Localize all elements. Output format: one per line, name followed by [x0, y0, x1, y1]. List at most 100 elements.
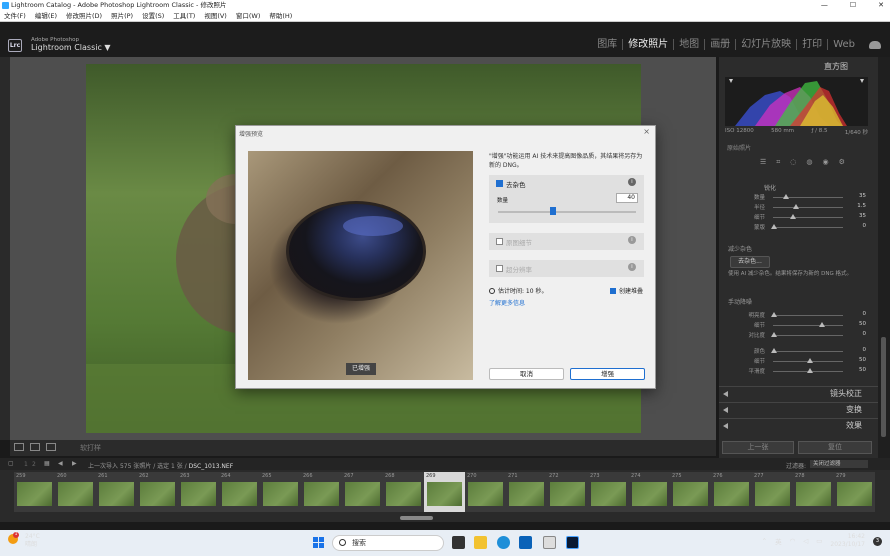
maximize-button[interactable]: ☐	[850, 0, 856, 11]
sharpen-detail-slider[interactable]: 细节 35	[725, 213, 868, 222]
filmstrip-thumb[interactable]: 270	[465, 472, 506, 512]
filmstrip-thumb[interactable]: 259	[14, 472, 55, 512]
wifi-icon[interactable]: ◠	[790, 537, 796, 545]
filmstrip-thumb[interactable]: 268	[383, 472, 424, 512]
slider-knob[interactable]	[771, 224, 777, 229]
menu-help[interactable]: 帮助(H)	[269, 11, 292, 21]
module-library[interactable]: 图库	[592, 39, 624, 50]
info-icon[interactable]: i	[628, 236, 636, 244]
filmstrip-thumb[interactable]: 277	[752, 472, 793, 512]
compare-icon[interactable]	[46, 443, 56, 451]
enhance-preview-image[interactable]: 已增强	[248, 151, 473, 380]
prev-arrow-icon[interactable]: ◀	[58, 460, 63, 467]
menu-edit[interactable]: 编辑(E)	[35, 11, 57, 21]
filmstrip-thumb[interactable]: 271	[506, 472, 547, 512]
slider-knob[interactable]	[807, 368, 813, 373]
denoise-checkbox[interactable]	[496, 180, 503, 187]
notification-badge[interactable]: 3	[873, 536, 882, 546]
luminance-slider[interactable]: 明亮度 0	[725, 311, 868, 320]
lum-detail-slider[interactable]: 细节 50	[725, 321, 868, 330]
file-explorer-icon[interactable]	[474, 536, 487, 549]
tray-overflow-icon[interactable]: ⌃	[762, 537, 767, 545]
menu-tools[interactable]: 工具(T)	[173, 11, 195, 21]
slider-knob[interactable]	[783, 194, 789, 199]
left-panel-collapsed[interactable]	[0, 57, 10, 440]
denoise-button[interactable]: 去杂色...	[730, 256, 770, 268]
start-button[interactable]	[313, 537, 324, 548]
filmstrip-thumb[interactable]: 262	[137, 472, 178, 512]
task-view-icon[interactable]	[452, 536, 465, 549]
source-breadcrumb[interactable]: 上一次导入 575 张照片 / 选定 1 张 / DSC_1013.NEF	[88, 461, 233, 470]
section-lens-corrections[interactable]: 镜头校正	[719, 386, 878, 400]
dialog-close-button[interactable]: ×	[643, 127, 650, 136]
menu-settings[interactable]: 设置(S)	[142, 11, 164, 21]
brand-line2[interactable]: Lightroom Classic ▼	[31, 43, 111, 52]
histogram-header[interactable]: 直方图	[824, 61, 848, 72]
menu-photo[interactable]: 照片(P)	[111, 11, 133, 21]
mask-icon[interactable]: ◍	[806, 158, 812, 167]
amount-input[interactable]: 40	[616, 193, 638, 203]
filmstrip-thumb[interactable]: 260	[55, 472, 96, 512]
section-transform[interactable]: 变换	[719, 402, 878, 416]
module-develop[interactable]: 修改照片	[623, 39, 675, 50]
volume-icon[interactable]: ◁	[803, 537, 808, 545]
previous-button[interactable]: 上一张	[722, 441, 794, 454]
filmstrip-thumb[interactable]: 278	[793, 472, 834, 512]
amount-slider-track[interactable]	[498, 211, 636, 213]
page1-icon[interactable]: ▢	[8, 460, 14, 467]
filmstrip-thumb[interactable]: 275	[670, 472, 711, 512]
enhance-button[interactable]: 增强	[570, 368, 645, 380]
ime-indicator[interactable]: 英	[775, 536, 782, 546]
slider-knob[interactable]	[807, 358, 813, 363]
color-detail-slider[interactable]: 细节 50	[725, 357, 868, 366]
filmstrip-thumb[interactable]: 269	[424, 472, 465, 512]
menu-file[interactable]: 文件(F)	[4, 11, 26, 21]
loupe-view-icon[interactable]	[14, 443, 24, 451]
page-2[interactable]: 2	[32, 461, 36, 468]
cloud-sync-icon[interactable]	[869, 41, 881, 49]
menu-develop[interactable]: 修改照片(D)	[66, 11, 102, 21]
module-book[interactable]: 画册	[705, 39, 737, 50]
create-stack-option[interactable]: 创建堆叠	[610, 286, 643, 295]
info-icon[interactable]: i	[628, 178, 636, 186]
sharpen-amount-slider[interactable]: 数量 35	[725, 193, 868, 202]
filmstrip-thumb[interactable]: 261	[96, 472, 137, 512]
info-icon[interactable]: i	[628, 263, 636, 271]
menu-view[interactable]: 视图(V)	[204, 11, 227, 21]
battery-icon[interactable]: ▭	[816, 537, 822, 545]
amount-slider-knob[interactable]	[550, 207, 557, 215]
filmstrip-thumb[interactable]: 279	[834, 472, 875, 512]
filmstrip-thumb[interactable]: 265	[260, 472, 301, 512]
filter-select[interactable]: 关闭过滤器	[810, 460, 868, 468]
manual-noise-label[interactable]: 手动降噪	[728, 297, 752, 306]
filmstrip-thumb[interactable]: 272	[547, 472, 588, 512]
filmstrip-thumb[interactable]: 276	[711, 472, 752, 512]
soft-proof-label[interactable]: 软打样	[80, 443, 101, 453]
filmstrip-scrollbar[interactable]	[400, 516, 433, 520]
filmstrip-thumb[interactable]: 273	[588, 472, 629, 512]
edge-icon[interactable]	[497, 536, 510, 549]
presets-icon[interactable]: ⚙	[839, 158, 845, 167]
module-web[interactable]: Web	[828, 39, 860, 50]
module-print[interactable]: 打印	[797, 39, 829, 50]
edit-sliders-icon[interactable]: ☰	[760, 158, 766, 167]
slider-knob[interactable]	[771, 348, 777, 353]
section-effects[interactable]: 效果	[719, 418, 878, 432]
sharpen-radius-slider[interactable]: 半径 1.5	[725, 203, 868, 212]
heal-icon[interactable]: ◌	[790, 158, 796, 167]
next-arrow-icon[interactable]: ▶	[72, 460, 77, 467]
close-button[interactable]: ✕	[878, 0, 884, 11]
module-map[interactable]: 地图	[674, 39, 706, 50]
slider-knob[interactable]	[790, 214, 796, 219]
histogram[interactable]	[725, 77, 868, 126]
create-stack-checkbox[interactable]	[610, 288, 616, 294]
sharpen-mask-slider[interactable]: 蒙版 0	[725, 223, 868, 232]
snipping-tool-icon[interactable]	[543, 536, 556, 549]
filmstrip-thumb[interactable]: 263	[178, 472, 219, 512]
learn-more-link[interactable]: 了解更多信息	[489, 298, 525, 307]
filmstrip-thumb[interactable]: 274	[629, 472, 670, 512]
redeye-icon[interactable]: ◉	[822, 158, 828, 167]
slider-knob[interactable]	[793, 204, 799, 209]
slider-knob[interactable]	[771, 312, 777, 317]
page-1[interactable]: 1	[24, 461, 28, 468]
